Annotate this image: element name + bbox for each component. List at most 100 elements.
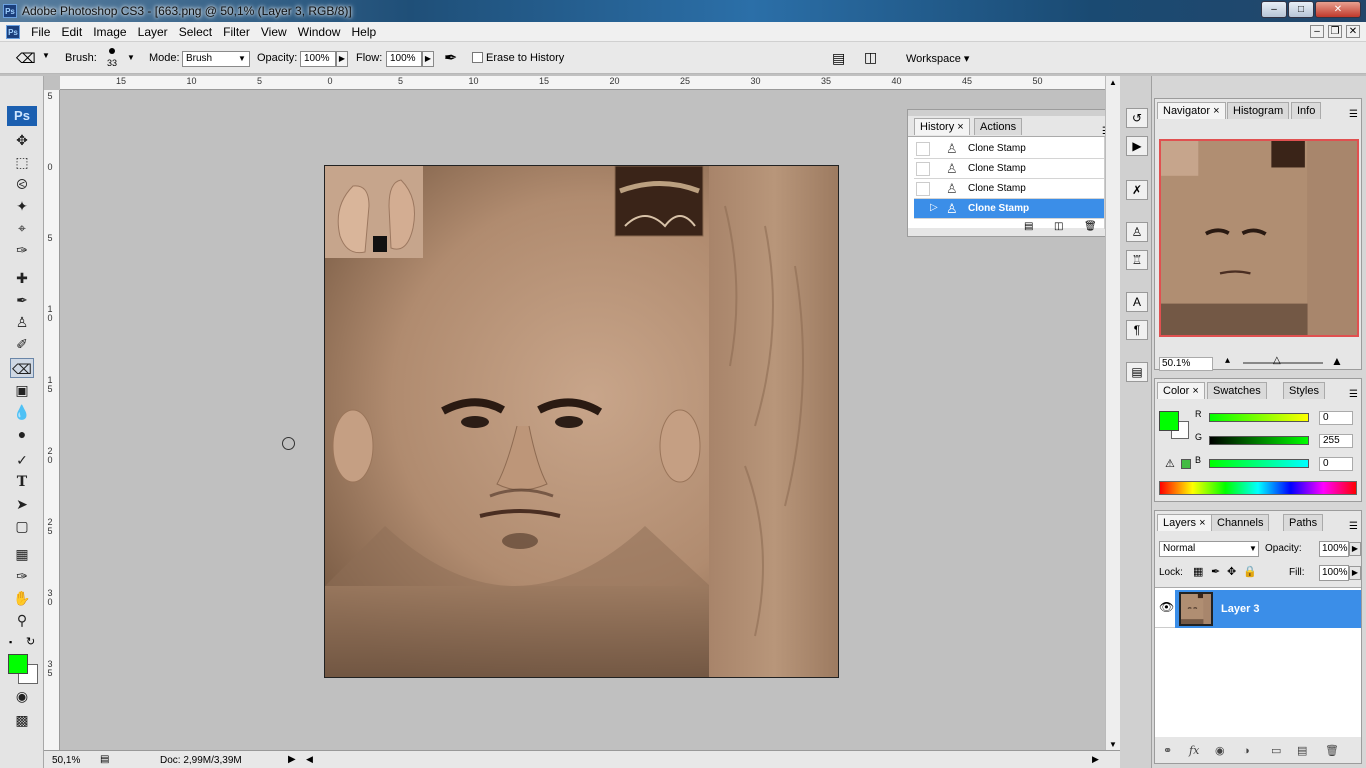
b-value-input[interactable]: 0 <box>1319 457 1353 471</box>
navigator-zoom-input[interactable]: 50.1% <box>1159 357 1213 371</box>
close-tab-icon[interactable]: × <box>1192 385 1198 397</box>
link-layers-icon[interactable]: ⚭ <box>1163 744 1172 757</box>
lasso-tool-icon[interactable]: ⧀ <box>10 174 34 194</box>
navigator-preview[interactable] <box>1159 139 1359 337</box>
history-source-box[interactable] <box>916 162 930 176</box>
quick-mask-icon[interactable]: ◉ <box>10 686 34 706</box>
lock-transparency-icon[interactable]: ▦ <box>1193 565 1203 578</box>
zoom-in-icon[interactable]: ▲ <box>1331 354 1343 368</box>
menu-file[interactable]: File <box>27 22 54 42</box>
maximize-button[interactable]: □ <box>1288 1 1314 18</box>
erase-history-checkbox[interactable] <box>472 52 483 63</box>
blur-tool-icon[interactable]: 💧 <box>10 402 34 422</box>
tab-info[interactable]: Info <box>1291 102 1322 119</box>
brushes-dock-icon[interactable]: ♙ <box>1126 222 1148 242</box>
actions-dock-icon[interactable]: ▶ <box>1126 136 1148 156</box>
default-colors-icon[interactable]: ▪ <box>9 637 12 647</box>
zoom-out-icon[interactable]: ▴ <box>1225 355 1230 366</box>
tool-presets-icon[interactable]: ▤ <box>832 50 845 67</box>
marquee-tool-icon[interactable]: ⬚ <box>10 152 34 172</box>
shape-tool-icon[interactable]: ▢ <box>10 516 34 536</box>
tab-styles[interactable]: Styles <box>1283 382 1325 399</box>
scroll-up-icon[interactable]: ▲ <box>1109 78 1117 87</box>
r-slider[interactable] <box>1209 413 1309 422</box>
new-snapshot-icon[interactable]: ◫ <box>1054 221 1063 232</box>
brush-tip-icon[interactable] <box>109 48 115 54</box>
gradient-tool-icon[interactable]: ▣ <box>10 380 34 400</box>
close-button[interactable]: ✕ <box>1315 1 1361 18</box>
minimize-button[interactable]: – <box>1261 1 1287 18</box>
foreground-color-swatch[interactable] <box>8 654 28 674</box>
zoom-slider-thumb[interactable]: △ <box>1273 355 1281 366</box>
airbrush-icon[interactable]: ✒ <box>444 48 457 68</box>
layer-row[interactable]: 👁 Layer 3 <box>1155 590 1361 628</box>
scroll-right-icon[interactable]: ▶ <box>1092 754 1099 765</box>
opacity-arrow-icon[interactable]: ▶ <box>336 51 348 67</box>
status-icon[interactable]: ▤ <box>100 754 109 765</box>
preset-dropdown-icon[interactable]: ▼ <box>42 51 50 60</box>
brush-tool-icon[interactable]: ✒ <box>10 290 34 310</box>
ps-logo[interactable]: Ps <box>7 106 37 126</box>
history-brush-icon[interactable]: ✐ <box>10 334 34 354</box>
tab-history[interactable]: History × <box>914 118 970 135</box>
history-row[interactable]: ♙ Clone Stamp <box>914 159 1112 179</box>
swap-colors-icon[interactable]: ↻ <box>26 635 35 648</box>
eraser-tool-icon[interactable]: ⌫ <box>10 358 34 378</box>
tab-actions[interactable]: Actions <box>974 118 1023 135</box>
menu-view[interactable]: View <box>257 22 291 42</box>
zoom-tool-icon[interactable]: ⚲ <box>10 610 34 630</box>
pen-tool-icon[interactable]: ✓ <box>10 450 34 470</box>
layer-name[interactable]: Layer 3 <box>1221 603 1260 615</box>
workspace-menu[interactable]: Workspace ▾ <box>906 52 969 65</box>
panel-menu-icon[interactable]: ☰ <box>1349 109 1358 120</box>
delete-layer-icon[interactable]: 🗑 <box>1325 744 1339 757</box>
screen-mode-icon[interactable]: ▩ <box>10 710 34 730</box>
scroll-down-icon[interactable]: ▼ <box>1109 740 1117 749</box>
magic-wand-icon[interactable]: ✦ <box>10 196 34 216</box>
blend-dropdown-icon[interactable]: ▼ <box>1249 544 1257 553</box>
tab-color[interactable]: Color × <box>1157 382 1205 399</box>
slice-tool-icon[interactable]: ✑ <box>10 240 34 260</box>
tab-swatches[interactable]: Swatches <box>1207 382 1267 399</box>
clone-stamp-icon[interactable]: ♙ <box>10 312 34 332</box>
menu-select[interactable]: Select <box>175 22 216 42</box>
bridge-icon[interactable]: ◫ <box>864 49 877 66</box>
tool-presets-dock-icon[interactable]: ✗ <box>1126 180 1148 200</box>
type-tool-icon[interactable]: T <box>10 472 34 492</box>
menu-help[interactable]: Help <box>348 22 381 42</box>
fill-input[interactable]: 100% <box>1319 565 1349 581</box>
path-select-icon[interactable]: ➤ <box>10 494 34 514</box>
layer-opacity-arrow-icon[interactable]: ▶ <box>1349 542 1361 556</box>
menu-window[interactable]: Window <box>294 22 345 42</box>
history-row[interactable]: ♙ Clone Stamp <box>914 179 1112 199</box>
history-source-box[interactable] <box>916 142 930 156</box>
layer-comps-dock-icon[interactable]: ▤ <box>1126 362 1148 382</box>
character-dock-icon[interactable]: A <box>1126 292 1148 312</box>
tab-layers[interactable]: Layers × <box>1157 514 1212 531</box>
move-tool-icon[interactable]: ✥ <box>10 130 34 150</box>
tab-channels[interactable]: Channels <box>1211 514 1270 531</box>
eyedropper-icon[interactable]: ✑ <box>10 566 34 586</box>
color-spectrum-ramp[interactable] <box>1159 481 1357 495</box>
tab-navigator[interactable]: Navigator × <box>1157 102 1226 119</box>
g-value-input[interactable]: 255 <box>1319 434 1353 448</box>
doc-close-button[interactable]: ✕ <box>1346 25 1360 38</box>
tab-histogram[interactable]: Histogram <box>1227 102 1290 119</box>
color-foreground-swatch[interactable] <box>1159 411 1179 431</box>
paragraph-dock-icon[interactable]: ¶ <box>1126 320 1148 340</box>
adjustment-layer-icon[interactable]: ◑ <box>1243 745 1250 757</box>
menu-edit[interactable]: Edit <box>57 22 86 42</box>
doc-minimize-button[interactable]: – <box>1310 25 1324 38</box>
menu-image[interactable]: Image <box>89 22 130 42</box>
lock-position-icon[interactable]: ✥ <box>1227 565 1236 578</box>
add-mask-icon[interactable]: ◉ <box>1215 744 1225 757</box>
healing-brush-icon[interactable]: ✚ <box>10 268 34 288</box>
history-source-box[interactable] <box>916 182 930 196</box>
close-tab-icon[interactable]: × <box>1213 105 1219 117</box>
status-zoom[interactable]: 50,1% <box>52 755 80 766</box>
flow-arrow-icon[interactable]: ▶ <box>422 51 434 67</box>
eraser-preset-icon[interactable]: ⌫ <box>16 50 36 67</box>
brush-dropdown-icon[interactable]: ▼ <box>127 53 135 62</box>
clone-source-dock-icon[interactable]: ♖ <box>1126 250 1148 270</box>
fill-arrow-icon[interactable]: ▶ <box>1349 566 1361 580</box>
